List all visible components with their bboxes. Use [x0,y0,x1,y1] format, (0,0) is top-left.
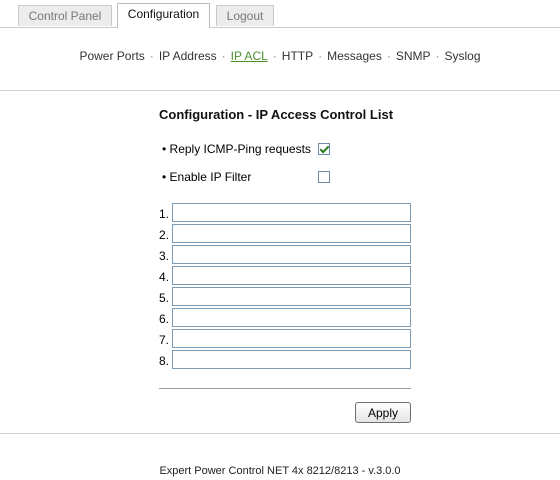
nav-syslog[interactable]: Syslog [445,49,481,63]
ip-field-5[interactable] [172,287,411,306]
nav-separator: · [435,49,440,63]
nav-separator: · [272,49,277,63]
ip-field-6[interactable] [172,308,411,327]
nav-messages[interactable]: Messages [327,49,382,63]
ip-field-4[interactable] [172,266,411,285]
nav-separator: · [149,49,154,63]
page-title: Configuration - IP Access Control List [159,107,394,122]
ip-row-label: 1. [159,207,170,221]
tab-logout[interactable]: Logout [216,5,274,26]
ip-row-label: 7. [159,333,170,347]
footer-text: Expert Power Control NET 4x 8212/8213 - … [159,465,401,477]
ip-field-3[interactable] [172,245,411,264]
tab-configuration[interactable]: Configuration [117,3,210,28]
nav-ip-acl[interactable]: IP ACL [231,49,268,63]
nav-separator: · [221,49,226,63]
ip-field-8[interactable] [172,350,411,369]
nav-separator: · [386,49,391,63]
nav-separator: · [318,49,323,63]
ip-field-1[interactable] [172,203,411,222]
ip-row-label: 3. [159,249,170,263]
ip-row-label: 8. [159,354,170,368]
form-divider [159,388,411,389]
ip-row-label: 5. [159,291,170,305]
ip-row-label: 4. [159,270,170,284]
footer-divider [0,433,560,434]
apply-button[interactable]: Apply [355,402,411,423]
reply-icmp-label: • Reply ICMP-Ping requests [162,142,311,156]
reply-icmp-checkbox[interactable] [318,143,330,155]
ip-field-7[interactable] [172,329,411,348]
nav-ip-address[interactable]: IP Address [159,49,217,63]
nav-snmp[interactable]: SNMP [396,49,431,63]
ip-row-label: 6. [159,312,170,326]
header-divider [0,90,560,91]
sub-navigation: Power Ports · IP Address · IP ACL · HTTP · Messa… [0,49,560,63]
nav-power-ports[interactable]: Power Ports [79,49,144,63]
tab-control-panel[interactable]: Control Panel [18,5,112,26]
enable-ip-filter-label: • Enable IP Filter [162,170,252,184]
enable-ip-filter-checkbox[interactable] [318,171,330,183]
ip-field-2[interactable] [172,224,411,243]
ip-row-label: 2. [159,228,170,242]
tab-divider [0,27,560,28]
nav-http[interactable]: HTTP [282,49,313,63]
tab-bar: Control Panel Configuration Logout [0,0,560,28]
